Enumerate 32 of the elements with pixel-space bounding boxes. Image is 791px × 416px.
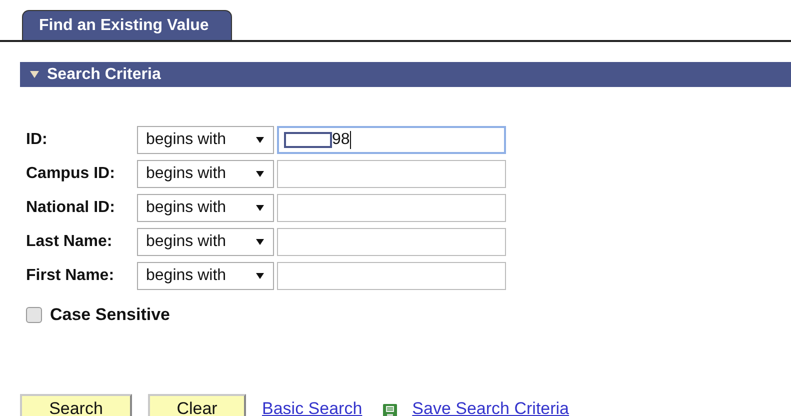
tab[interactable]: Find an Existing Value [22, 10, 232, 40]
checkbox[interactable] [26, 307, 42, 323]
operator-dropdown[interactable]: begins with [137, 126, 274, 154]
text-field[interactable] [277, 194, 506, 222]
collapse-icon [30, 71, 39, 78]
section-header[interactable]: Search Criteria [20, 62, 791, 87]
operator-dropdown[interactable]: begins with [137, 160, 274, 188]
field-value: 98 [332, 131, 350, 149]
text-field[interactable] [277, 262, 506, 290]
dropdown-arrow-icon [256, 205, 264, 211]
field-label: Last Name: [26, 233, 114, 251]
checkbox-label: Case Sensitive [50, 305, 170, 325]
redaction-box [284, 132, 332, 148]
text-field[interactable] [277, 228, 506, 256]
text-field[interactable]: 98 [277, 126, 506, 154]
action-button[interactable]: Search [20, 394, 132, 416]
dropdown-arrow-icon [256, 239, 264, 245]
operator-dropdown[interactable]: begins with [137, 228, 274, 256]
link[interactable]: Basic Search [262, 399, 362, 416]
dropdown-arrow-icon [256, 137, 264, 143]
operator-dropdown[interactable]: begins with [137, 194, 274, 222]
field-label: National ID: [26, 199, 116, 217]
field-label: First Name: [26, 267, 116, 285]
action-button[interactable]: Clear [148, 394, 246, 416]
dropdown-arrow-icon [256, 171, 264, 177]
operator-dropdown[interactable]: begins with [137, 262, 274, 290]
section-title: Search Criteria [47, 66, 161, 84]
dropdown-arrow-icon [256, 273, 264, 279]
link[interactable]: Save Search Criteria [412, 399, 570, 416]
field-label: ID: [26, 131, 48, 149]
field-label: Campus ID: [26, 165, 116, 183]
text-field[interactable] [277, 160, 506, 188]
